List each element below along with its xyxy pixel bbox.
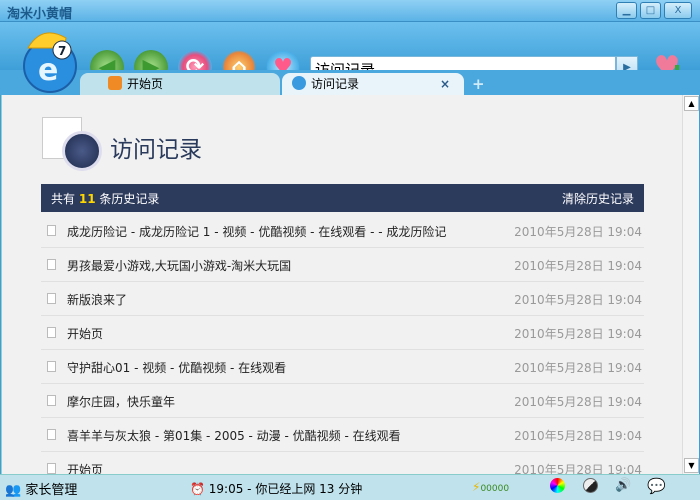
page-icon	[47, 429, 56, 440]
page-icon	[47, 361, 56, 372]
page-icon	[47, 463, 56, 474]
online-time: ⏰ 19:05 - 你已经上网 13 分钟	[190, 482, 363, 496]
history-row[interactable]: 摩尔庄园，快乐童年 2010年5月28日 19:04	[41, 384, 644, 418]
scroll-down-icon[interactable]: ▼	[684, 458, 699, 473]
history-header-bar: 共有 11 条历史记录 清除历史记录	[41, 184, 644, 212]
tab-history[interactable]: 访问记录 ×	[282, 73, 464, 95]
maximize-button[interactable]: □	[640, 2, 661, 19]
history-row[interactable]: 开始页 2010年5月28日 19:04	[41, 452, 644, 474]
tab-bar: 开始页 访问记录 × +	[0, 70, 700, 95]
history-date: 2010年5月28日 19:04	[514, 463, 642, 474]
tab-label: 访问记录	[311, 77, 360, 91]
scroll-up-icon[interactable]: ▲	[684, 96, 699, 111]
contrast-icon[interactable]	[583, 478, 598, 493]
history-date: 2010年5月28日 19:04	[514, 395, 642, 409]
page-icon	[47, 327, 56, 338]
count-label: 共有 11 条历史记录	[51, 192, 160, 206]
chat-icon[interactable]: 💬	[647, 477, 666, 495]
status-bar: 👥 家长管理 ⏰ 19:05 - 你已经上网 13 分钟 ⚡00000 🔊 💬	[0, 474, 700, 500]
history-title[interactable]: 开始页	[67, 461, 103, 474]
history-clock-icon	[42, 115, 104, 173]
history-row[interactable]: 新版浪来了 2010年5月28日 19:04	[41, 282, 644, 316]
history-row[interactable]: 男孩最爱小游戏,大玩国小游戏-淘米大玩国 2010年5月28日 19:04	[41, 248, 644, 282]
tab-label: 开始页	[127, 77, 164, 91]
clear-history-link[interactable]: 清除历史记录	[562, 190, 634, 207]
history-row[interactable]: 成龙历险记 - 成龙历险记 1 - 视频 - 优酷视频 - 在线观看 - - 成…	[41, 214, 644, 248]
toolbar: ◀ ▶ ⟳ ⌂ ♥ 访问记录 ▶ ♥✚	[0, 22, 700, 87]
history-title[interactable]: 成龙历险记 - 成龙历险记 1 - 视频 - 优酷视频 - 在线观看 - - 成…	[67, 223, 446, 240]
svg-text:7: 7	[58, 44, 66, 58]
history-count: 11	[78, 192, 96, 206]
history-row[interactable]: 开始页 2010年5月28日 19:04	[41, 316, 644, 350]
history-title[interactable]: 新版浪来了	[67, 291, 127, 308]
history-date: 2010年5月28日 19:04	[514, 293, 642, 307]
tab-close-icon[interactable]: ×	[440, 73, 450, 95]
history-date: 2010年5月28日 19:04	[514, 429, 642, 443]
new-tab-button[interactable]: +	[472, 73, 485, 95]
history-date: 2010年5月28日 19:04	[514, 259, 642, 273]
history-title[interactable]: 男孩最爱小游戏,大玩国小游戏-淘米大玩国	[67, 257, 291, 274]
page-icon	[47, 395, 56, 406]
title-bar: 淘米小黄帽 ▁ □ X	[0, 0, 700, 22]
history-title[interactable]: 摩尔庄园，快乐童年	[67, 393, 175, 410]
app-logo-icon: 7e	[4, 22, 86, 94]
close-button[interactable]: X	[664, 2, 692, 19]
color-wheel-icon[interactable]	[550, 478, 565, 493]
energy-indicator: ⚡00000	[472, 480, 510, 494]
page-title: 访问记录	[110, 137, 202, 163]
parent-control-button[interactable]: 👥 家长管理	[5, 479, 77, 498]
history-row[interactable]: 守护甜心01 - 视频 - 优酷视频 - 在线观看 2010年5月28日 19:0…	[41, 350, 644, 384]
history-date: 2010年5月28日 19:04	[514, 327, 642, 341]
page-icon	[47, 225, 56, 236]
minimize-button[interactable]: ▁	[616, 2, 637, 19]
vertical-scrollbar[interactable]: ▲ ▼	[682, 95, 699, 474]
svg-text:e: e	[38, 53, 58, 88]
history-date: 2010年5月28日 19:04	[514, 225, 642, 239]
history-title[interactable]: 喜羊羊与灰太狼 - 第01集 - 2005 - 动漫 - 优酷视频 - 在线观看	[67, 427, 401, 444]
history-page: 访问记录 共有 11 条历史记录 清除历史记录 成龙历险记 - 成龙历险记 1 …	[1, 95, 682, 474]
parents-icon: 👥	[5, 483, 22, 498]
alarm-clock-icon: ⏰	[190, 482, 205, 496]
history-title[interactable]: 守护甜心01 - 视频 - 优酷视频 - 在线观看	[67, 359, 286, 376]
window-title: 淘米小黄帽	[7, 7, 73, 22]
page-icon	[47, 259, 56, 270]
history-date: 2010年5月28日 19:04	[514, 361, 642, 375]
page-icon	[47, 293, 56, 304]
start-page-icon	[108, 76, 122, 90]
tab-start-page[interactable]: 开始页	[80, 73, 280, 95]
history-title[interactable]: 开始页	[67, 325, 103, 342]
volume-icon[interactable]: 🔊	[615, 478, 631, 493]
history-row[interactable]: 喜羊羊与灰太狼 - 第01集 - 2005 - 动漫 - 优酷视频 - 在线观看…	[41, 418, 644, 452]
tab-logo-icon	[292, 76, 306, 90]
